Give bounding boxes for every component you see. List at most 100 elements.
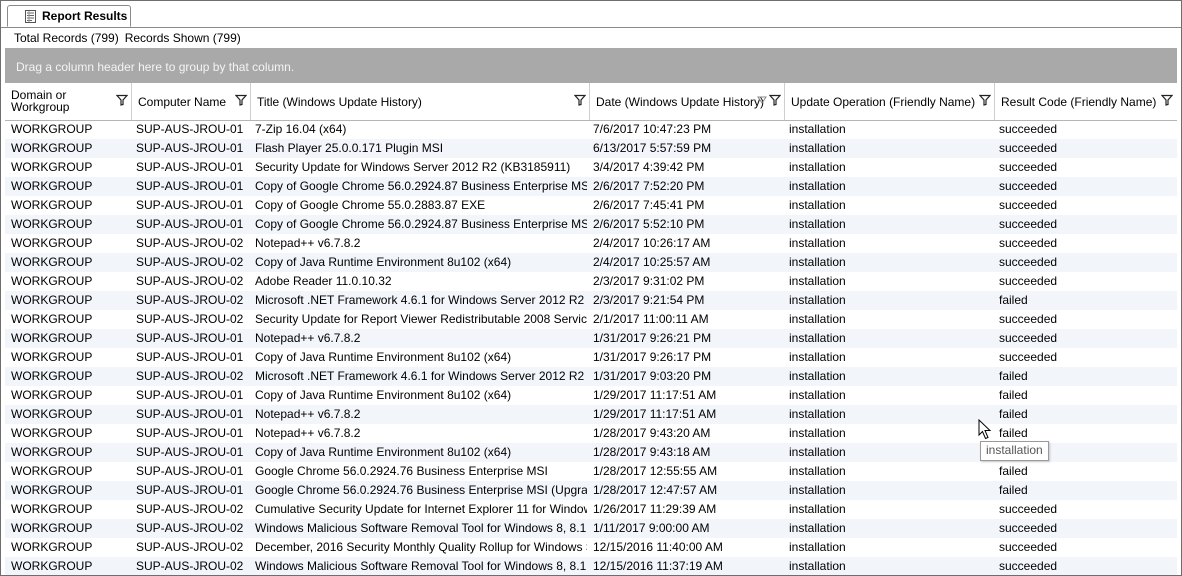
tab-strip: Report Results: [1, 1, 1181, 28]
grid-header: Domain or Workgroup Computer Name Title …: [5, 83, 1177, 121]
cell-title: Cumulative Security Update for Internet …: [255, 502, 587, 516]
cell-date: 3/4/2017 4:39:42 PM: [593, 160, 705, 174]
cell-date: 2/3/2017 9:31:02 PM: [593, 274, 705, 288]
cell-computer-name: SUP-AUS-JROU-01: [136, 160, 244, 174]
filter-icon[interactable]: [116, 94, 128, 106]
cell-title: Copy of Java Runtime Environment 8u102 (…: [255, 388, 512, 402]
table-row[interactable]: WORKGROUP SUP-AUS-JROU-02 Microsoft .NET F…: [5, 291, 1177, 310]
cell-update-operation: installation: [789, 540, 846, 554]
filter-icon[interactable]: [1161, 94, 1173, 106]
report-window: Report Results Total Records (799) Record…: [0, 0, 1182, 576]
cell-update-operation: installation: [789, 426, 846, 440]
cell-result-code: succeeded: [999, 198, 1058, 212]
cell-update-operation: installation: [789, 141, 846, 155]
column-header-date[interactable]: Date (Windows Update History): [590, 83, 785, 120]
cell-computer-name: SUP-AUS-JROU-01: [136, 198, 244, 212]
cell-update-operation: installation: [789, 483, 846, 497]
cell-computer-name: SUP-AUS-JROU-01: [136, 350, 244, 364]
cell-domain: WORKGROUP: [11, 255, 93, 269]
cell-computer-name: SUP-AUS-JROU-01: [136, 464, 244, 478]
table-row[interactable]: WORKGROUP SUP-AUS-JROU-01 Security Update …: [5, 158, 1177, 177]
cell-domain: WORKGROUP: [11, 483, 93, 497]
cell-title: Copy of Google Chrome 56.0.2924.87 Busin…: [255, 179, 587, 193]
table-row[interactable]: WORKGROUP SUP-AUS-JROU-02 Copy of Java Run…: [5, 253, 1177, 272]
cell-title: Notepad++ v6.7.8.2: [255, 331, 361, 345]
cell-computer-name: SUP-AUS-JROU-01: [136, 407, 244, 421]
table-row[interactable]: WORKGROUP SUP-AUS-JROU-02 Microsoft .NET F…: [5, 367, 1177, 386]
cell-result-code: succeeded: [999, 540, 1058, 554]
cell-domain: WORKGROUP: [11, 293, 93, 307]
cell-result-code: succeeded: [999, 274, 1058, 288]
column-label: Update Operation (Friendly Name): [791, 95, 976, 109]
cell-result-code: failed: [999, 483, 1028, 497]
cell-domain: WORKGROUP: [11, 540, 93, 554]
cell-date: 12/15/2016 11:40:00 AM: [593, 540, 723, 554]
cell-date: 1/31/2017 9:26:17 PM: [593, 350, 712, 364]
table-row[interactable]: WORKGROUP SUP-AUS-JROU-01 Copy of Google C…: [5, 215, 1177, 234]
cell-date: 1/28/2017 12:47:57 AM: [593, 483, 718, 497]
table-row[interactable]: WORKGROUP SUP-AUS-JROU-01 Google Chrome 56…: [5, 462, 1177, 481]
cell-title: Windows Malicious Software Removal Tool …: [255, 521, 587, 535]
table-row[interactable]: WORKGROUP SUP-AUS-JROU-02 Windows Maliciou…: [5, 557, 1177, 575]
column-header-result-code[interactable]: Result Code (Friendly Name): [995, 83, 1177, 120]
table-row[interactable]: WORKGROUP SUP-AUS-JROU-01 Copy of Google C…: [5, 196, 1177, 215]
table-row[interactable]: WORKGROUP SUP-AUS-JROU-01 Google Chrome 56…: [5, 481, 1177, 500]
cell-result-code: failed: [999, 388, 1028, 402]
cell-date: 2/6/2017 5:52:10 PM: [593, 217, 705, 231]
group-by-panel[interactable]: Drag a column header here to group by th…: [5, 48, 1177, 83]
table-row[interactable]: WORKGROUP SUP-AUS-JROU-01 Copy of Java Run…: [5, 386, 1177, 405]
cell-domain: WORKGROUP: [11, 236, 93, 250]
column-header-update-operation[interactable]: Update Operation (Friendly Name): [785, 83, 995, 120]
column-header-title[interactable]: Title (Windows Update History): [251, 83, 590, 120]
cell-domain: WORKGROUP: [11, 198, 93, 212]
cell-date: 1/28/2017 9:43:18 AM: [593, 445, 711, 459]
cell-result-code: succeeded: [999, 521, 1058, 535]
column-header-computer-name[interactable]: Computer Name: [132, 83, 251, 120]
cell-title: Copy of Java Runtime Environment 8u102 (…: [255, 350, 512, 364]
filter-icon[interactable]: [769, 94, 781, 106]
cell-tooltip: installation: [980, 441, 1049, 461]
table-row[interactable]: WORKGROUP SUP-AUS-JROU-02 Notepad++ v6.7.8…: [5, 234, 1177, 253]
table-row[interactable]: WORKGROUP SUP-AUS-JROU-02 Windows Maliciou…: [5, 519, 1177, 538]
sort-descending-icon: [757, 96, 767, 104]
table-row[interactable]: WORKGROUP SUP-AUS-JROU-01 Notepad++ v6.7.8…: [5, 329, 1177, 348]
column-header-domain[interactable]: Domain or Workgroup: [5, 83, 132, 120]
cell-result-code: failed: [999, 464, 1028, 478]
table-row[interactable]: WORKGROUP SUP-AUS-JROU-02 December, 2016 S…: [5, 538, 1177, 557]
table-row[interactable]: WORKGROUP SUP-AUS-JROU-02 Security Update …: [5, 310, 1177, 329]
cell-date: 1/29/2017 11:17:51 AM: [593, 388, 717, 402]
cell-date: 2/3/2017 9:21:54 PM: [593, 293, 705, 307]
cell-result-code: succeeded: [999, 350, 1058, 364]
cell-date: 1/11/2017 9:00:00 AM: [593, 521, 710, 535]
table-row[interactable]: WORKGROUP SUP-AUS-JROU-01 Copy of Java Run…: [5, 348, 1177, 367]
cell-computer-name: SUP-AUS-JROU-01: [136, 445, 244, 459]
cell-update-operation: installation: [789, 502, 846, 516]
cell-date: 2/1/2017 11:00:11 AM: [593, 312, 709, 326]
cell-date: 2/4/2017 10:26:17 AM: [593, 236, 711, 250]
cell-title: Security Update for Windows Server 2012 …: [255, 160, 571, 174]
cell-date: 7/6/2017 10:47:23 PM: [593, 122, 712, 136]
cell-result-code: succeeded: [999, 255, 1058, 269]
cell-domain: WORKGROUP: [11, 274, 93, 288]
table-row[interactable]: WORKGROUP SUP-AUS-JROU-02 Adobe Reader 11.…: [5, 272, 1177, 291]
records-shown: Records Shown (799): [124, 31, 241, 45]
cell-date: 1/31/2017 9:26:21 PM: [593, 331, 712, 345]
cell-domain: WORKGROUP: [11, 312, 93, 326]
filter-icon[interactable]: [574, 94, 586, 106]
cell-computer-name: SUP-AUS-JROU-01: [136, 483, 244, 497]
cell-update-operation: installation: [789, 464, 846, 478]
filter-icon[interactable]: [235, 94, 247, 106]
table-row[interactable]: WORKGROUP SUP-AUS-JROU-01 Notepad++ v6.7.8…: [5, 405, 1177, 424]
filter-icon[interactable]: [979, 94, 991, 106]
cell-domain: WORKGROUP: [11, 445, 93, 459]
cell-result-code: failed: [999, 407, 1028, 421]
tab-report-results[interactable]: Report Results: [7, 5, 131, 27]
table-row[interactable]: WORKGROUP SUP-AUS-JROU-01 Flash Player 25.…: [5, 139, 1177, 158]
table-row[interactable]: WORKGROUP SUP-AUS-JROU-02 Cumulative Secur…: [5, 500, 1177, 519]
table-row[interactable]: WORKGROUP SUP-AUS-JROU-01 Copy of Google C…: [5, 177, 1177, 196]
table-row[interactable]: WORKGROUP SUP-AUS-JROU-01 7-Zip 16.04 (x64…: [5, 120, 1177, 139]
column-label: Date (Windows Update History): [596, 95, 765, 109]
group-by-hint: Drag a column header here to group by th…: [16, 60, 295, 74]
cell-domain: WORKGROUP: [11, 426, 93, 440]
cell-update-operation: installation: [789, 350, 846, 364]
